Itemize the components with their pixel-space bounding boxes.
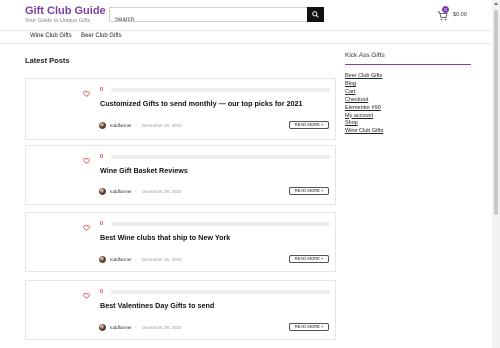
post-author[interactable]: toddfarmer: [110, 189, 132, 194]
widget-link-elementor-90[interactable]: Elementor #90: [345, 105, 383, 113]
heart-icon[interactable]: [83, 91, 90, 97]
read-more-button[interactable]: READ MORE »: [289, 323, 329, 331]
like-count: 0: [100, 87, 104, 93]
widget-link-list: Beer Club Gifts Blog Cart Checkout Eleme…: [345, 73, 383, 136]
placeholder-bar: [111, 222, 330, 226]
heart-icon[interactable]: [83, 158, 90, 164]
widget-link-shop[interactable]: Shop: [345, 120, 383, 128]
widget-title: Kick Ass Gifts: [345, 52, 385, 59]
read-more-button[interactable]: READ MORE »: [289, 187, 329, 195]
site-header: Gift Club Guide Your Guide to Unique Gif…: [0, 0, 492, 30]
site-tagline: Your Guide to Unique Gifts: [25, 18, 91, 24]
read-more-button[interactable]: READ MORE »: [289, 121, 329, 129]
widget-divider: [345, 64, 471, 65]
avatar: [99, 188, 106, 195]
nav-item-wine-club-gifts[interactable]: Wine Club Gifts: [30, 33, 72, 39]
avatar: [99, 122, 106, 129]
post-date: December 29, 2020: [142, 189, 182, 194]
placeholder-bar: [111, 88, 330, 92]
nav-item-beer-club-gifts[interactable]: Beer Club Gifts: [81, 33, 122, 39]
heart-icon[interactable]: [83, 293, 90, 299]
post-title[interactable]: Customized Gifts to send monthly — our t…: [100, 99, 302, 108]
site-title[interactable]: Gift Club Guide: [25, 5, 106, 17]
meta-separator: -: [135, 189, 137, 194]
scroll-up-arrow-icon[interactable]: [494, 2, 498, 5]
post-title[interactable]: Best Wine clubs that ship to New York: [100, 233, 230, 242]
post-card: 0 Best Valentines Day Gifts to send todd…: [25, 280, 336, 340]
section-title: Latest Posts: [25, 56, 70, 65]
cart-count-badge: 0: [442, 6, 449, 13]
widget-link-beer-club-gifts[interactable]: Beer Club Gifts: [345, 73, 383, 81]
search-form: [109, 7, 324, 27]
post-title[interactable]: Wine Gift Basket Reviews: [100, 166, 188, 175]
placeholder-bar: [111, 155, 330, 159]
post-title[interactable]: Best Valentines Day Gifts to send: [100, 301, 214, 310]
main-navigation: Wine Club Gifts Beer Club Gifts: [0, 30, 492, 44]
heart-icon[interactable]: [83, 225, 90, 231]
search-input[interactable]: [110, 13, 309, 27]
post-author[interactable]: toddfarmer: [110, 123, 132, 128]
widget-link-checkout[interactable]: Checkout: [345, 97, 383, 105]
like-count: 0: [100, 154, 104, 160]
widget-link-wine-club-gifts[interactable]: Wine Club Gifts: [345, 128, 383, 136]
read-more-button[interactable]: READ MORE »: [289, 255, 329, 263]
widget-link-cart[interactable]: Cart: [345, 89, 383, 97]
post-author[interactable]: toddfarmer: [110, 325, 132, 330]
placeholder-bar: [111, 290, 330, 294]
cart-total[interactable]: $0.00: [453, 12, 467, 18]
widget-link-my-account[interactable]: My account: [345, 113, 383, 121]
meta-separator: -: [135, 257, 137, 262]
search-button[interactable]: [307, 7, 324, 22]
avatar: [99, 324, 106, 331]
meta-separator: -: [135, 123, 137, 128]
post-card: 0 Best Wine clubs that ship to New York …: [25, 212, 336, 272]
like-count: 0: [100, 221, 104, 227]
post-card: 0 Customized Gifts to send monthly — our…: [25, 78, 336, 140]
meta-separator: -: [135, 325, 137, 330]
widget-link-blog[interactable]: Blog: [345, 81, 383, 89]
post-date: December 29, 2020: [142, 325, 182, 330]
scrollbar-thumb[interactable]: [494, 10, 498, 215]
post-author[interactable]: toddfarmer: [110, 257, 132, 262]
like-count: 0: [100, 289, 104, 295]
post-card: 0 Wine Gift Basket Reviews toddfarmer - …: [25, 145, 336, 205]
post-date: December 29, 2022: [142, 123, 182, 128]
avatar: [99, 256, 106, 263]
search-icon: [312, 11, 319, 18]
post-date: December 29, 2020: [142, 257, 182, 262]
